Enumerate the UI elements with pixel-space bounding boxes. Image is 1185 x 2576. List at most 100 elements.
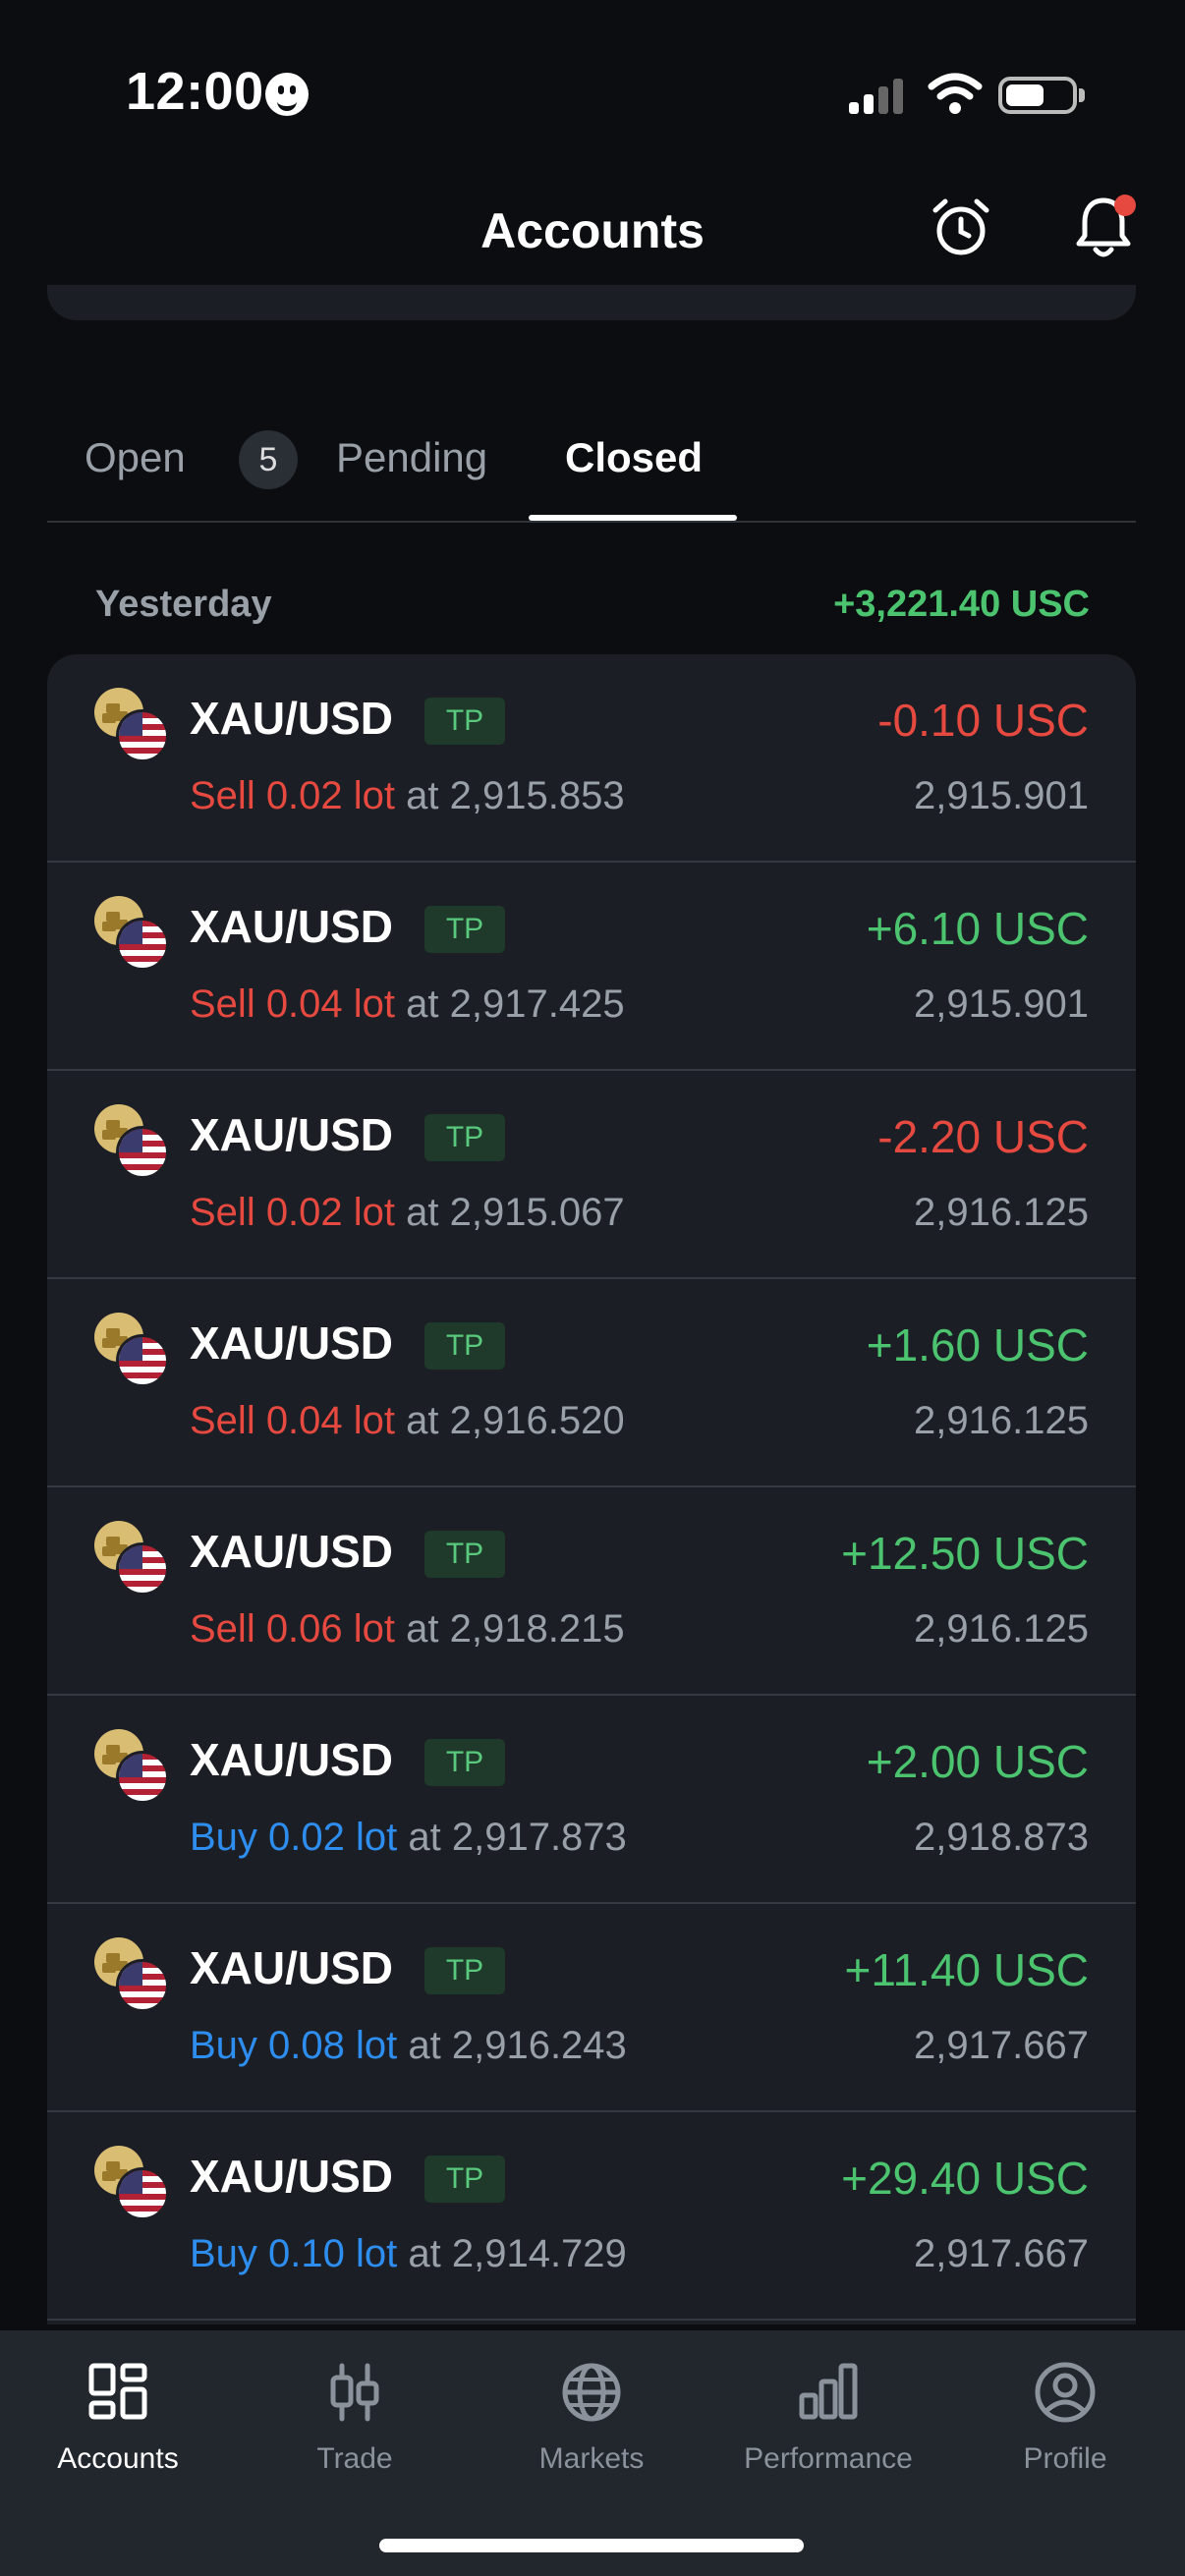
candles-icon xyxy=(330,2363,379,2422)
nav-performance-label: Performance xyxy=(744,2442,913,2475)
nav-accounts[interactable]: Accounts xyxy=(0,2360,236,2476)
tab-open[interactable]: Open 5 xyxy=(85,430,298,489)
close-price: 2,915.901 xyxy=(914,774,1089,817)
trade-pnl: +1.60 USC xyxy=(866,1319,1089,1371)
status-time: 12:00 xyxy=(126,62,264,121)
trade-row[interactable]: XAU/USD TP -0.10 USC Sell 0.02 lot at 2,915… xyxy=(47,654,1136,863)
trade-row[interactable]: XAU/USD TP +12.50 USC Sell 0.06 lot at 2,91… xyxy=(47,1487,1136,1696)
trade-symbol: XAU/USD xyxy=(190,693,394,744)
trade-symbol: XAU/USD xyxy=(190,1526,394,1577)
open-price: at 2,916.520 xyxy=(406,1399,625,1442)
close-price: 2,918.873 xyxy=(914,1816,1089,1859)
open-count-badge: 5 xyxy=(239,430,298,489)
account-card-edge xyxy=(47,285,1136,320)
trade-pnl: +2.00 USC xyxy=(866,1736,1089,1787)
tab-pending[interactable]: Pending xyxy=(336,434,487,481)
trade-side: Sell 0.04 lot xyxy=(190,982,396,1026)
close-price: 2,916.125 xyxy=(914,1607,1089,1651)
open-price: at 2,917.873 xyxy=(408,1816,627,1859)
close-price: 2,917.667 xyxy=(914,2024,1089,2067)
smiley-icon xyxy=(265,73,309,116)
take-profit-badge: TP xyxy=(424,1739,505,1786)
us-flag-icon xyxy=(116,2167,169,2220)
trade-symbol: XAU/USD xyxy=(190,1317,394,1369)
us-flag-icon xyxy=(116,1751,169,1804)
trade-tabs: Open 5 Pending Closed xyxy=(47,413,1136,523)
close-price: 2,916.125 xyxy=(914,1191,1089,1234)
take-profit-badge: TP xyxy=(424,1114,505,1161)
trade-detail: Sell 0.04 lot at 2,917.425 xyxy=(190,982,625,1027)
notification-dot xyxy=(1114,195,1136,216)
take-profit-badge: TP xyxy=(424,1531,505,1578)
take-profit-badge: TP xyxy=(424,1322,505,1370)
open-price: at 2,915.853 xyxy=(406,774,625,817)
us-flag-icon xyxy=(116,1542,169,1596)
trade-side: Buy 0.10 lot xyxy=(190,2232,398,2275)
bar-chart-icon xyxy=(799,2363,858,2420)
take-profit-badge: TP xyxy=(424,906,505,953)
cellular-signal-icon xyxy=(849,79,903,114)
battery-icon xyxy=(998,77,1077,114)
globe-icon xyxy=(562,2363,621,2422)
trade-symbol: XAU/USD xyxy=(190,1109,394,1160)
nav-profile[interactable]: Profile xyxy=(947,2360,1183,2476)
trade-row[interactable]: XAU/USD TP +1.60 USC Sell 0.04 lot at 2,916… xyxy=(47,1279,1136,1487)
us-flag-icon xyxy=(116,1959,169,2012)
nav-trade[interactable]: Trade xyxy=(237,2360,473,2476)
nav-accounts-label: Accounts xyxy=(57,2442,179,2475)
close-price: 2,915.901 xyxy=(914,982,1089,1026)
nav-profile-label: Profile xyxy=(1023,2442,1107,2475)
open-price: at 2,917.425 xyxy=(406,982,625,1026)
trade-row[interactable]: XAU/USD TP +29.40 USC Buy 0.10 lot at 2,914… xyxy=(47,2112,1136,2321)
trade-side: Buy 0.08 lot xyxy=(190,2024,398,2067)
alarm-clock-icon[interactable] xyxy=(930,196,992,259)
battery-cap xyxy=(1079,88,1085,102)
open-price: at 2,916.243 xyxy=(408,2024,627,2067)
take-profit-badge: TP xyxy=(424,1947,505,1994)
trade-detail: Sell 0.02 lot at 2,915.853 xyxy=(190,774,625,818)
trade-row[interactable]: XAU/USD TP +11.40 USC Buy 0.08 lot at 2,916… xyxy=(47,1904,1136,2112)
trade-symbol: XAU/USD xyxy=(190,1734,394,1785)
trade-detail: Sell 0.06 lot at 2,918.215 xyxy=(190,1607,625,1652)
trade-side: Sell 0.02 lot xyxy=(190,1191,396,1234)
nav-markets[interactable]: Markets xyxy=(474,2360,709,2476)
trade-detail: Buy 0.02 lot at 2,917.873 xyxy=(190,1816,627,1860)
grid-icon xyxy=(88,2363,147,2420)
trade-pnl: +11.40 USC xyxy=(844,1944,1089,1995)
group-total: +3,221.40 USC xyxy=(833,584,1090,625)
trade-symbol: XAU/USD xyxy=(190,2151,394,2202)
trade-symbol: XAU/USD xyxy=(190,901,394,952)
nav-performance[interactable]: Performance xyxy=(710,2360,946,2476)
tab-closed[interactable]: Closed xyxy=(565,434,703,481)
user-circle-icon xyxy=(1035,2362,1096,2423)
tab-open-label: Open xyxy=(85,434,186,480)
trade-detail: Buy 0.08 lot at 2,916.243 xyxy=(190,2024,627,2068)
trade-detail: Sell 0.04 lot at 2,916.520 xyxy=(190,1399,625,1443)
trade-row[interactable]: XAU/USD TP -2.20 USC Sell 0.02 lot at 2,915… xyxy=(47,1071,1136,1279)
trade-row[interactable]: XAU/USD TP +2.00 USC Buy 0.02 lot at 2,917.… xyxy=(47,1696,1136,1904)
closed-trades-list: XAU/USD TP -0.10 USC Sell 0.02 lot at 2,915… xyxy=(47,654,1136,2324)
trade-pnl: -0.10 USC xyxy=(877,695,1089,746)
page-title: Accounts xyxy=(480,203,705,258)
trade-pnl: +12.50 USC xyxy=(841,1528,1089,1579)
wifi-icon xyxy=(928,73,983,114)
trade-side: Sell 0.04 lot xyxy=(190,1399,396,1442)
home-indicator xyxy=(379,2539,804,2552)
status-bar: 12:00 xyxy=(0,0,1185,187)
trade-side: Buy 0.02 lot xyxy=(190,1816,398,1859)
take-profit-badge: TP xyxy=(424,2156,505,2203)
us-flag-icon xyxy=(116,1126,169,1179)
trade-row[interactable]: XAU/USD TP +6.10 USC Sell 0.04 lot at 2,917… xyxy=(47,863,1136,1071)
trade-detail: Sell 0.02 lot at 2,915.067 xyxy=(190,1191,625,1235)
open-price: at 2,918.215 xyxy=(406,1607,625,1651)
trade-side: Sell 0.06 lot xyxy=(190,1607,396,1651)
nav-trade-label: Trade xyxy=(316,2442,393,2475)
nav-markets-label: Markets xyxy=(538,2442,645,2475)
take-profit-badge: TP xyxy=(424,698,505,745)
trade-symbol: XAU/USD xyxy=(190,1942,394,1993)
trade-detail: Buy 0.10 lot at 2,914.729 xyxy=(190,2232,627,2276)
group-date-label: Yesterday xyxy=(95,584,272,625)
close-price: 2,916.125 xyxy=(914,1399,1089,1442)
trade-pnl: +29.40 USC xyxy=(841,2153,1089,2204)
trade-pnl: +6.10 USC xyxy=(866,903,1089,954)
